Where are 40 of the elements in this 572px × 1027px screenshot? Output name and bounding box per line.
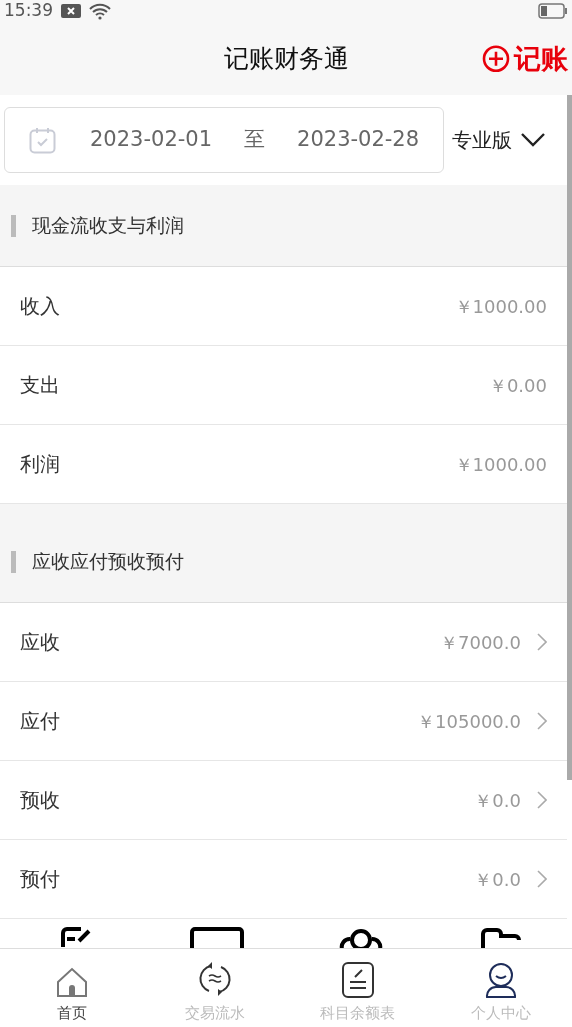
caret-icon (520, 132, 546, 148)
end-date: 2023-02-28 (297, 126, 420, 154)
summary-row[interactable]: 预收 ￥0.0 (0, 761, 567, 840)
row-value: ￥0.00 (488, 373, 547, 398)
notification-icon (61, 4, 81, 18)
row-value: ￥7000.0 (440, 630, 521, 655)
edition-dropdown[interactable]: 专业版 (452, 125, 546, 155)
date-range-field[interactable]: 2023-02-01 至 2023-02-28 (4, 107, 444, 173)
summary-row[interactable]: 预付 ￥0.0 (0, 840, 567, 919)
status-time: 15:39 (4, 0, 53, 23)
row-value: ￥0.0 (474, 788, 521, 813)
row-value: ￥1000.00 (454, 452, 547, 477)
user-icon (484, 961, 517, 998)
start-date: 2023-02-01 (90, 126, 213, 154)
document-icon (341, 961, 374, 998)
row-label: 收入 (20, 293, 60, 320)
row-value: ￥0.0 (474, 867, 521, 892)
row-label: 应收 (20, 629, 60, 656)
row-label: 预付 (20, 866, 60, 893)
row-label: 支出 (20, 372, 60, 399)
row-value: ￥105000.0 (417, 709, 521, 734)
person-icon (338, 927, 385, 948)
add-icon (482, 44, 510, 73)
row-label: 预收 (20, 787, 60, 814)
section-marker (11, 550, 16, 573)
nav-tab[interactable]: 首页 (0, 949, 143, 1027)
section-title: 应收应付预收预付 (32, 549, 184, 575)
app-title: 记账财务通 (223, 42, 349, 75)
home-icon (55, 965, 88, 998)
row-value: ￥1000.00 (454, 294, 547, 319)
card-icon (189, 927, 244, 948)
add-record-button[interactable]: 记账 (482, 38, 568, 79)
battery-icon (538, 3, 568, 19)
date-separator: 至 (244, 126, 266, 154)
section-marker (11, 214, 16, 237)
row-label: 利润 (20, 451, 60, 478)
row-label: 应付 (20, 708, 60, 735)
section-title: 现金流收支与利润 (32, 213, 184, 239)
wifi-icon (89, 2, 111, 20)
calendar-icon (29, 126, 56, 154)
